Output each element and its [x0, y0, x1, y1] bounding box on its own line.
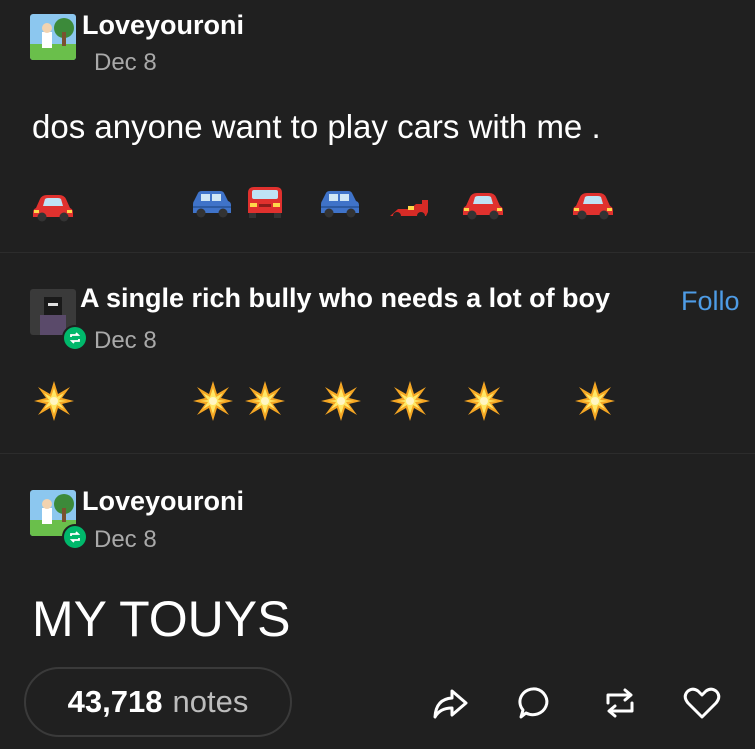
red-car-icon: [33, 195, 73, 222]
red-car-icon: [573, 193, 613, 220]
like-icon[interactable]: [682, 683, 722, 723]
post-text: dos anyone want to play cars with me .: [32, 108, 601, 145]
blue-suv-icon: [193, 191, 231, 218]
red-car-icon: [463, 193, 503, 220]
reply-icon[interactable]: [516, 683, 556, 723]
collision-icon: [34, 381, 74, 421]
collision-icon: [245, 381, 285, 421]
reblog-icon[interactable]: [600, 683, 640, 723]
avatar[interactable]: [30, 14, 76, 60]
username[interactable]: Loveyouroni: [82, 486, 244, 517]
notes-button[interactable]: 43,718 notes: [24, 667, 292, 737]
blue-suv-icon: [321, 191, 359, 218]
notes-count: 43,718: [67, 684, 163, 719]
collision-icon: [575, 381, 615, 421]
notes-label: notes: [172, 684, 249, 719]
collision-icon: [193, 381, 233, 421]
reblog-badge-icon: [62, 325, 88, 351]
collision-icon: [390, 381, 430, 421]
post-date: Dec 8: [94, 49, 157, 76]
post-date: Dec 8: [94, 526, 157, 553]
post-reblog: Loveyouroni Dec 8 MY TOUYS: [0, 454, 755, 664]
collision-icon: [464, 381, 504, 421]
race-car-icon: [390, 200, 428, 220]
follow-button[interactable]: Follo: [681, 286, 740, 317]
collision-icon: [321, 381, 361, 421]
post-original: Loveyouroni Dec 8 dos anyone want to pla…: [0, 0, 755, 252]
post-date: Dec 8: [94, 327, 157, 354]
post-text: MY TOUYS: [32, 591, 291, 647]
post-reblog: A single rich bully who needs a lot of b…: [0, 253, 755, 453]
username[interactable]: Loveyouroni: [82, 10, 244, 41]
reblog-badge-icon: [62, 524, 88, 550]
red-car-front-icon: [248, 187, 282, 218]
share-icon[interactable]: [430, 683, 470, 723]
username[interactable]: A single rich bully who needs a lot of b…: [80, 283, 610, 314]
